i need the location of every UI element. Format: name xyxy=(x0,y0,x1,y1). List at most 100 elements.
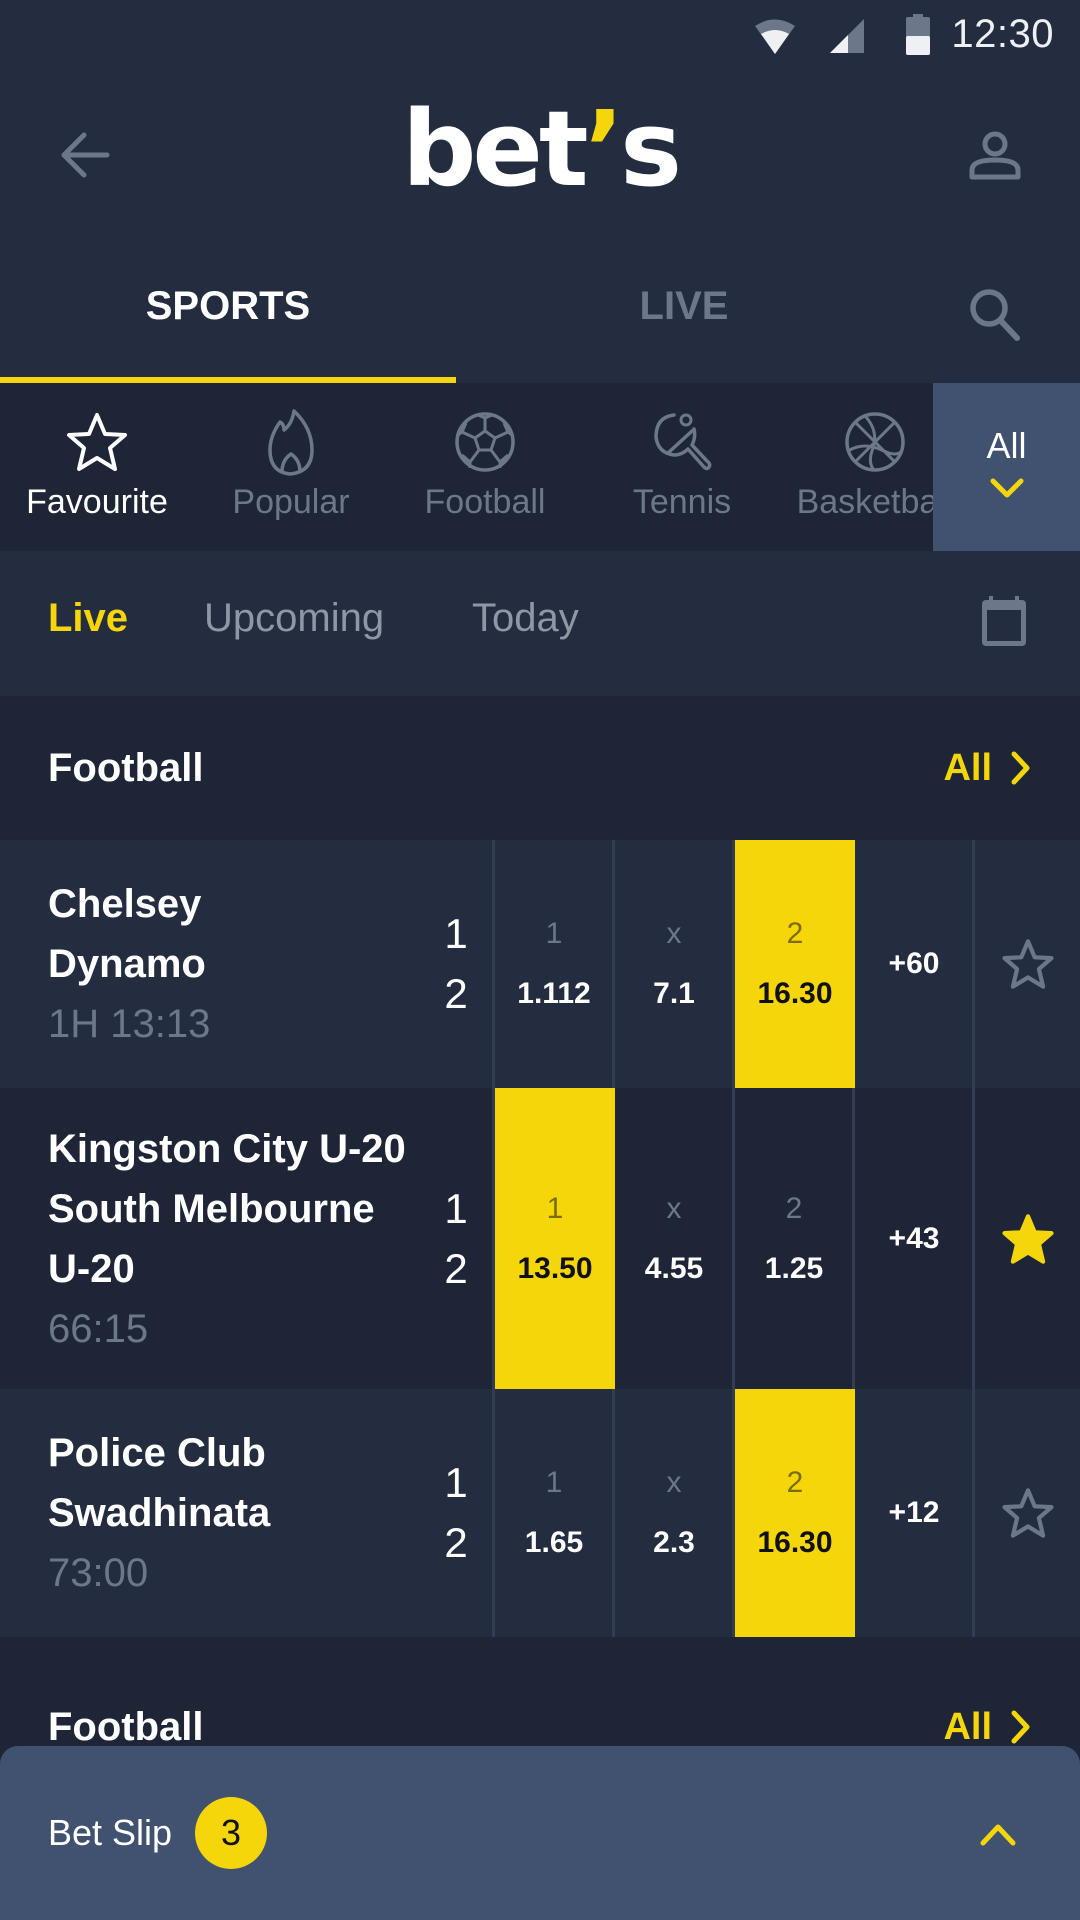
section-header-football: Football All xyxy=(0,696,1080,840)
score-away: 2 xyxy=(444,970,468,1017)
category-tennis[interactable]: Tennis xyxy=(587,383,777,551)
odds-label: 2 xyxy=(786,917,804,950)
all-categories-label: All xyxy=(986,425,1027,466)
bet-slip-expand-button[interactable] xyxy=(965,1801,1030,1866)
column-divider xyxy=(972,840,975,1088)
odds-value: 13.50 xyxy=(517,1251,593,1285)
category-label: Basketball xyxy=(796,483,954,521)
category-football[interactable]: Football xyxy=(390,383,580,551)
tab-live[interactable]: LIVE xyxy=(456,230,912,383)
logo-text: bet xyxy=(401,88,589,210)
section-all-label: All xyxy=(943,1705,992,1748)
match-teams: Police Club Swadhinata 73:00 xyxy=(48,1389,270,1637)
logo-suffix: s xyxy=(620,88,682,210)
profile-button[interactable] xyxy=(960,120,1030,190)
bet-slip-panel[interactable]: Bet Slip 3 xyxy=(0,1746,1080,1920)
chevron-right-icon xyxy=(1011,751,1030,785)
star-outline-icon xyxy=(67,413,127,471)
category-label: Popular xyxy=(232,483,350,521)
team-name: Dynamo xyxy=(48,942,206,986)
tab-sports[interactable]: SPORTS xyxy=(0,230,456,383)
app-logo: bet’s xyxy=(0,97,1080,201)
odds-value: 7.1 xyxy=(653,977,695,1010)
score-home: 1 xyxy=(444,910,468,957)
column-divider xyxy=(972,1389,975,1637)
odds-value: 1.25 xyxy=(764,1251,824,1285)
odds-button-1[interactable]: 1 1.112 xyxy=(495,840,613,1088)
star-filled-icon xyxy=(1002,1213,1054,1264)
odds-value: 2.3 xyxy=(653,1526,695,1559)
favourite-toggle[interactable] xyxy=(976,1389,1080,1637)
team-name: Swadhinata xyxy=(48,1491,271,1535)
match-row: Kingston City U-20 South Melbourne U-20 … xyxy=(0,1088,1080,1389)
match-score: 1 2 xyxy=(436,1389,476,1637)
odds-label: 2 xyxy=(786,1466,804,1499)
odds-button-1[interactable]: 1 13.50 xyxy=(495,1088,615,1389)
odds-value: 1.112 xyxy=(517,977,591,1010)
category-label: Football xyxy=(424,483,546,521)
section-all-link[interactable]: All xyxy=(943,696,1032,840)
calendar-icon xyxy=(982,596,1026,646)
calendar-button[interactable] xyxy=(980,596,1038,656)
team-name: Kingston City U-20 xyxy=(48,1126,406,1171)
more-markets-button[interactable]: +60 xyxy=(855,840,973,1088)
bet-slip-count-badge: 3 xyxy=(195,1797,267,1869)
odds-label: 1 xyxy=(545,1466,563,1499)
match-teams: Kingston City U-20 South Melbourne U-20 … xyxy=(48,1088,406,1389)
match-time: 66:15 xyxy=(48,1306,149,1351)
favourite-toggle[interactable] xyxy=(976,840,1080,1088)
chevron-up-icon xyxy=(980,1824,1015,1845)
logo-apostrophe: ’ xyxy=(584,88,624,210)
more-markets-button[interactable]: +12 xyxy=(855,1389,973,1637)
table-tennis-icon xyxy=(654,413,712,471)
wifi-icon xyxy=(755,19,795,54)
app-header: bet’s xyxy=(0,75,1080,230)
odds-button-x[interactable]: x 4.55 xyxy=(615,1088,733,1389)
odds-button-x[interactable]: x 7.1 xyxy=(615,840,733,1088)
odds-label: x xyxy=(666,917,682,950)
score-home: 1 xyxy=(444,1459,468,1506)
odds-label: x xyxy=(666,1466,682,1499)
status-time: 12:30 xyxy=(951,12,1054,56)
favourite-toggle[interactable] xyxy=(976,1088,1080,1389)
odds-label: 2 xyxy=(785,1191,803,1225)
odds-button-1[interactable]: 1 1.65 xyxy=(495,1389,613,1637)
category-label: Tennis xyxy=(632,483,732,521)
odds-label: 1 xyxy=(545,917,563,950)
match-score: 1 2 xyxy=(436,1088,476,1389)
category-popular[interactable]: Popular xyxy=(196,383,386,551)
match-row: Chelsey Dynamo 1H 13:13 1 2 1 1.112 x 7.… xyxy=(0,840,1080,1088)
odds-button-2[interactable]: 2 16.30 xyxy=(735,840,855,1088)
soccer-ball-icon xyxy=(455,412,515,472)
match-teams: Chelsey Dynamo 1H 13:13 xyxy=(48,840,210,1088)
match-time: 73:00 xyxy=(48,1551,149,1595)
filter-upcoming[interactable]: Upcoming xyxy=(204,596,384,641)
odds-button-2[interactable]: 2 1.25 xyxy=(735,1088,853,1389)
team-name: U-20 xyxy=(48,1246,135,1291)
sport-category-bar: Favourite Popular Football Tennis Basket… xyxy=(0,383,1080,551)
category-favourite[interactable]: Favourite xyxy=(2,383,192,551)
odds-button-x[interactable]: x 2.3 xyxy=(615,1389,733,1637)
odds-value: 4.55 xyxy=(644,1251,704,1285)
filter-today[interactable]: Today xyxy=(472,596,579,641)
odds-button-2[interactable]: 2 16.30 xyxy=(735,1389,855,1637)
status-bar: 12:30 xyxy=(0,0,1080,75)
search-button[interactable] xyxy=(960,280,1030,350)
all-categories-button[interactable]: All xyxy=(933,383,1080,551)
odds-label: x xyxy=(666,1191,682,1225)
score-away: 2 xyxy=(444,1519,468,1566)
filter-live[interactable]: Live xyxy=(48,596,128,641)
more-markets-button[interactable]: +43 xyxy=(855,1088,973,1389)
star-outline-icon xyxy=(1002,939,1054,989)
odds-value: 1.65 xyxy=(524,1526,584,1559)
column-divider xyxy=(972,1088,975,1389)
basketball-icon xyxy=(845,412,905,472)
score-away: 2 xyxy=(444,1244,468,1292)
team-name: Police Club xyxy=(48,1431,266,1475)
main-tabs: SPORTS LIVE xyxy=(0,230,1080,383)
cell-signal-icon xyxy=(830,19,864,53)
team-name: Chelsey xyxy=(48,882,202,926)
star-outline-icon xyxy=(1002,1488,1054,1538)
match-score: 1 2 xyxy=(436,840,476,1088)
search-icon xyxy=(970,289,1020,341)
